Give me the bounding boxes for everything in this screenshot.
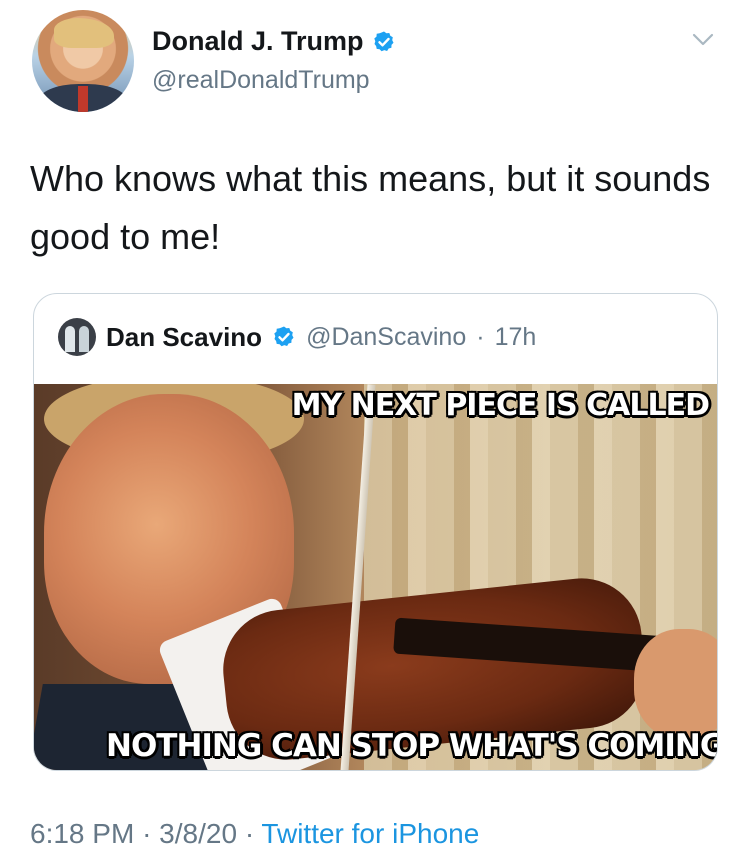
chevron-down-icon[interactable]	[690, 26, 716, 52]
hand-shape	[634, 629, 717, 739]
tweet-footer: 6:18 PM · 3/8/20 · Twitter for iPhone	[30, 818, 479, 850]
quoted-tweet-image[interactable]: MY NEXT PIECE IS CALLED NOTHING CAN STOP…	[34, 384, 718, 770]
separator-dot: ·	[142, 818, 152, 849]
meme-caption-top: MY NEXT PIECE IS CALLED	[291, 388, 710, 423]
tweet-text: Who knows what this means, but it sounds…	[30, 158, 711, 257]
quoted-tweet-card[interactable]: Dan Scavino @DanScavino · 17h MY NEXT PI…	[33, 293, 718, 771]
meme-caption-bottom: NOTHING CAN STOP WHAT'S COMING	[106, 728, 718, 764]
verified-badge-icon	[373, 31, 394, 51]
quoted-author-display-name[interactable]: Dan Scavino	[106, 322, 262, 353]
separator-dot: ·	[476, 322, 485, 351]
separator-dot: ·	[244, 818, 255, 849]
author-handle[interactable]: @realDonaldTrump	[152, 66, 370, 95]
tweet-time: 6:18 PM	[30, 818, 135, 849]
quoted-author-handle[interactable]: @DanScavino	[306, 323, 466, 352]
quoted-author-avatar[interactable]	[58, 318, 96, 356]
tweet-header: Donald J. Trump @realDonaldTrump	[32, 10, 722, 112]
author-display-name[interactable]: Donald J. Trump	[152, 26, 364, 57]
tweet-source-link[interactable]: Twitter for iPhone	[261, 818, 479, 849]
author-name-row: Donald J. Trump	[152, 26, 396, 57]
author-avatar[interactable]	[32, 10, 134, 112]
quoted-tweet-timestamp: 17h	[494, 322, 537, 351]
verified-badge-icon	[274, 326, 294, 347]
quoted-tweet-header: Dan Scavino @DanScavino · 17h	[58, 318, 536, 356]
tweet-date: 3/8/20	[159, 818, 238, 849]
